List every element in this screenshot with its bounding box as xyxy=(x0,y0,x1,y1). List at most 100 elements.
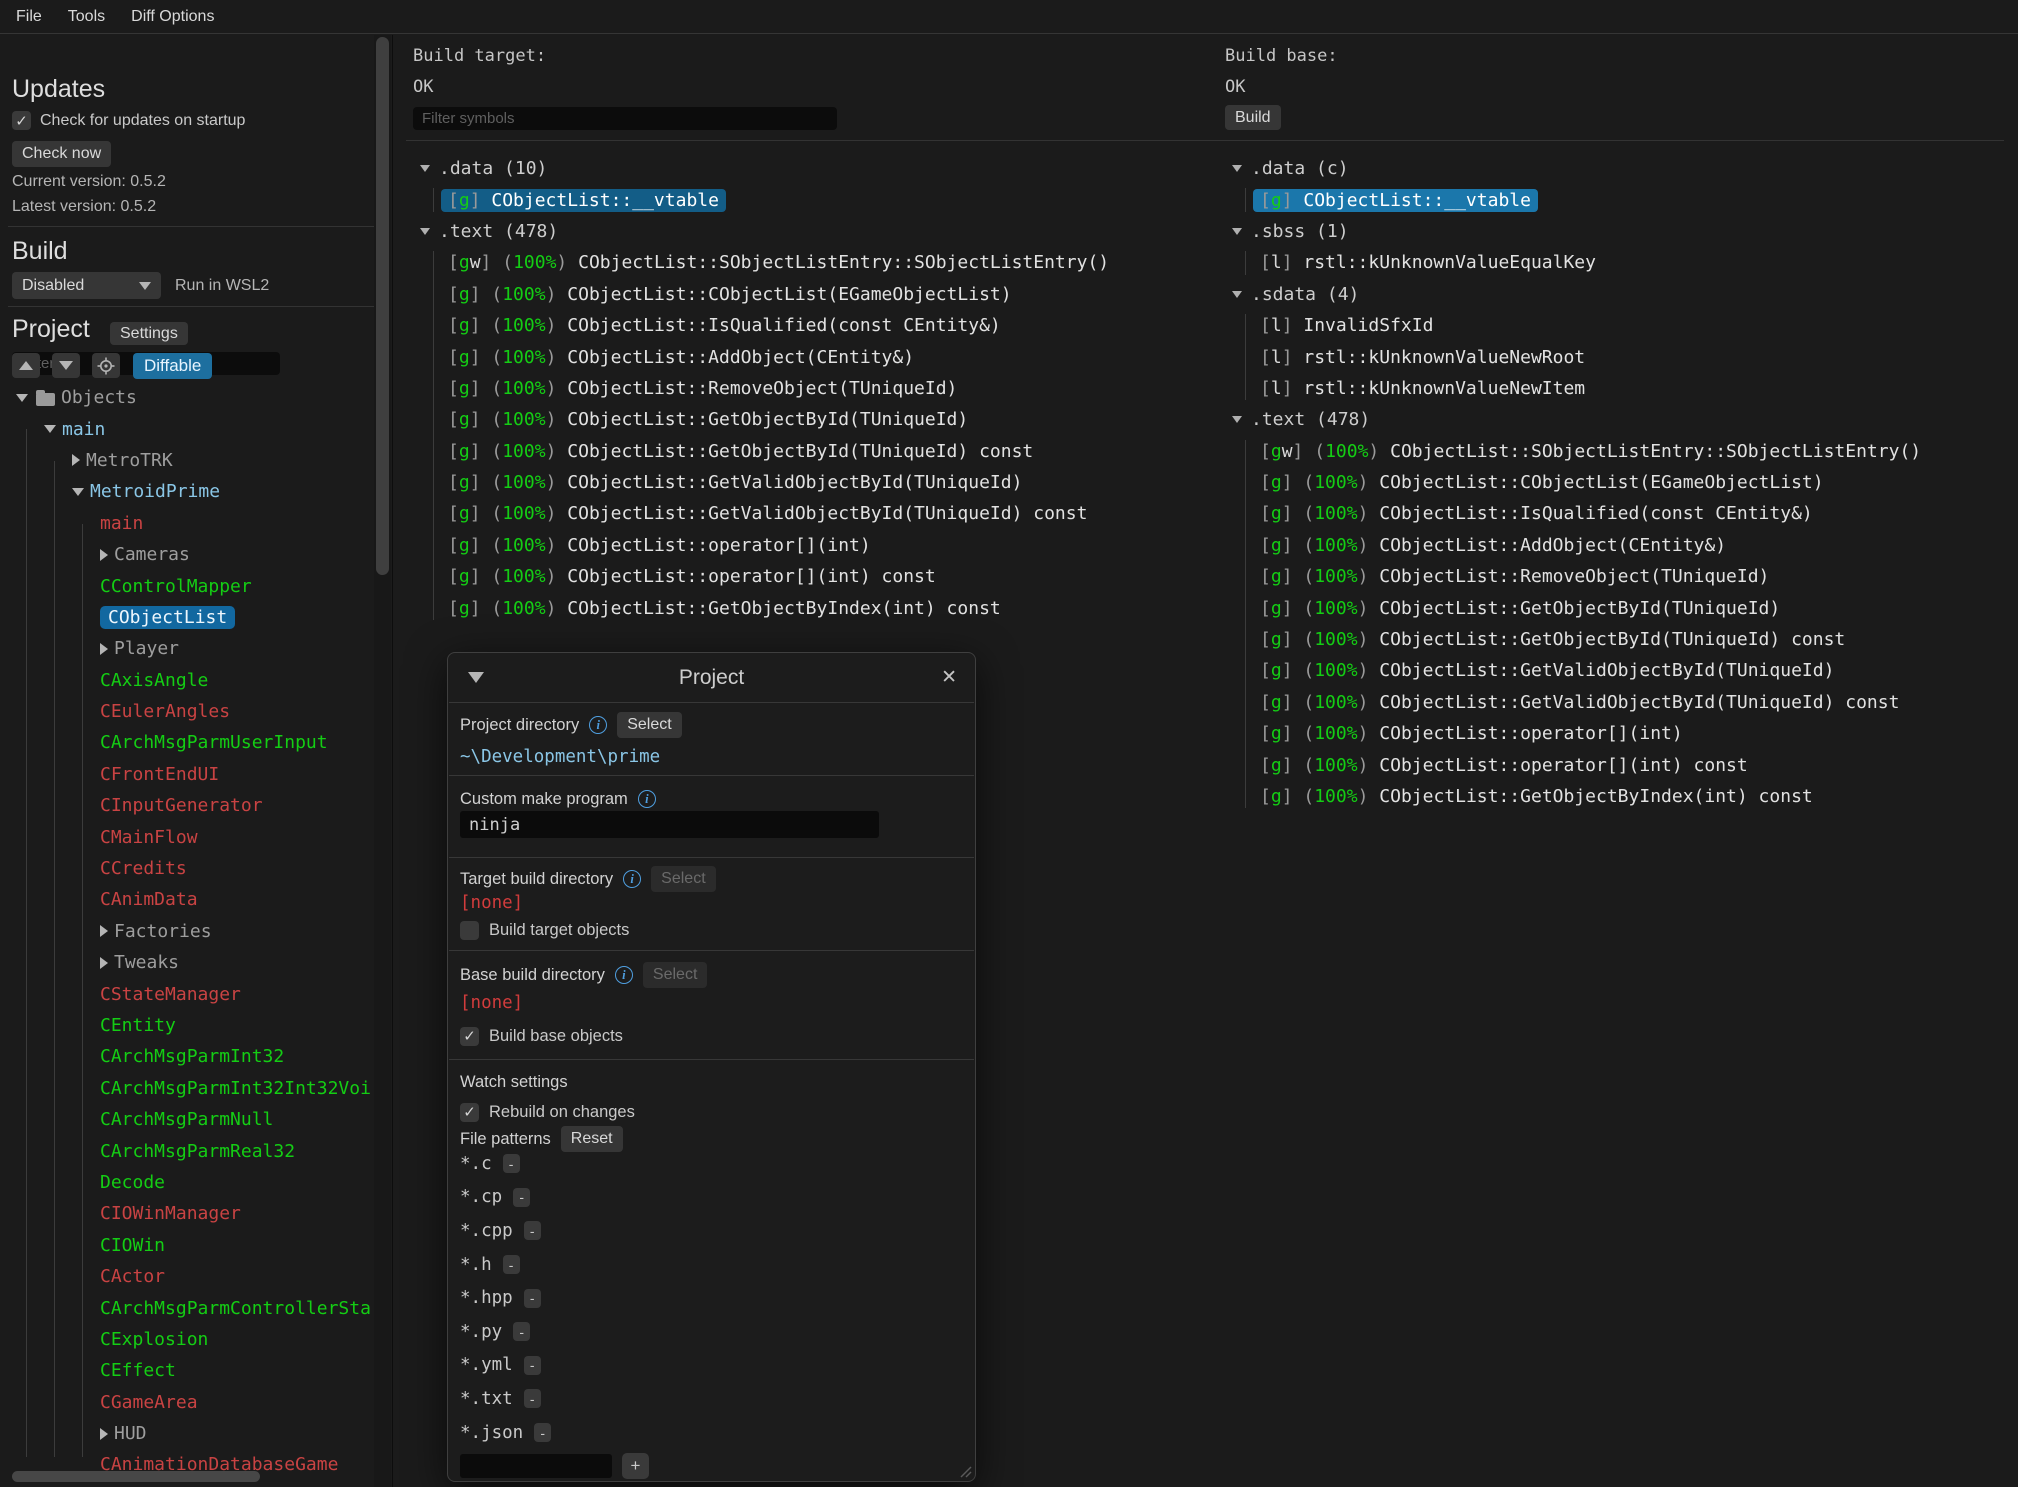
tree-item-CInputGenerator[interactable]: CInputGenerator xyxy=(0,790,376,821)
tree-item-Player[interactable]: Player xyxy=(0,633,376,664)
tree-item-CObjectList[interactable]: CObjectList xyxy=(0,602,376,633)
remove-pattern-button[interactable]: - xyxy=(524,1221,541,1240)
symbol-CObjectList::GetObjectById(TUniqueId) const[interactable]: [g] (100%) CObjectList::GetObjectById(TU… xyxy=(400,436,1233,467)
chevron-right-icon[interactable] xyxy=(100,549,108,561)
tree-item-HUD[interactable]: HUD xyxy=(0,1418,376,1449)
rebuild-on-changes-checkbox[interactable]: ✓ xyxy=(460,1103,479,1122)
tree-item-CArchMsgParmControllerSta[interactable]: CArchMsgParmControllerSta xyxy=(0,1292,376,1323)
tree-item-Tweaks[interactable]: Tweaks xyxy=(0,947,376,978)
build-mode-dropdown[interactable]: Disabled xyxy=(12,272,161,299)
tree-item-CIOWinManager[interactable]: CIOWinManager xyxy=(0,1198,376,1229)
tree-item-CArchMsgParmReal32[interactable]: CArchMsgParmReal32 xyxy=(0,1135,376,1166)
custom-make-input[interactable] xyxy=(460,811,879,838)
tree-item-CArchMsgParmNull[interactable]: CArchMsgParmNull xyxy=(0,1104,376,1135)
resize-handle[interactable] xyxy=(958,1464,972,1478)
symbol-CObjectList::operator[](int) const[interactable]: [g] (100%) CObjectList::operator[](int) … xyxy=(400,561,1233,592)
add-pattern-button[interactable]: + xyxy=(622,1453,649,1479)
project-directory-select-button[interactable]: Select xyxy=(617,712,681,738)
symbol-CObjectList::CObjectList(EGameObjectList)[interactable]: [g] (100%) CObjectList::CObjectList(EGam… xyxy=(400,279,1233,310)
section-.data[interactable]: .data (c) xyxy=(1212,153,2018,184)
chevron-down-icon[interactable] xyxy=(72,488,84,496)
symbol-CObjectList::GetValidObjectById(TUniqueId)[interactable]: [g] (100%) CObjectList::GetValidObjectBy… xyxy=(1212,655,2018,686)
base-build-dir-select-button[interactable]: Select xyxy=(643,962,707,988)
tree-item-CArchMsgParmInt32Int32Voi[interactable]: CArchMsgParmInt32Int32Voi xyxy=(0,1073,376,1104)
symbol-CObjectList::GetObjectById(TUniqueId)[interactable]: [g] (100%) CObjectList::GetObjectById(TU… xyxy=(1212,592,2018,623)
check-startup-checkbox[interactable]: ✓ xyxy=(12,111,31,130)
tree-item-CFrontEndUI[interactable]: CFrontEndUI xyxy=(0,759,376,790)
tree-item-CCredits[interactable]: CCredits xyxy=(0,853,376,884)
symbol-CObjectList::GetObjectById(TUniqueId)[interactable]: [g] (100%) CObjectList::GetObjectById(TU… xyxy=(400,404,1233,435)
menu-file[interactable]: File xyxy=(16,8,42,26)
symbol-rstl::kUnknownValueEqualKey[interactable]: [l] rstl::kUnknownValueEqualKey xyxy=(1212,247,2018,278)
symbol-CObjectList::IsQualified(const CEntity&)[interactable]: [g] (100%) CObjectList::IsQualified(cons… xyxy=(400,310,1233,341)
build-base-objects-row[interactable]: ✓ Build base objects xyxy=(460,1021,963,1051)
tree-item-CActor[interactable]: CActor xyxy=(0,1261,376,1292)
remove-pattern-button[interactable]: - xyxy=(524,1389,541,1408)
symbol-CObjectList::GetObjectByIndex(int) const[interactable]: [g] (100%) CObjectList::GetObjectByIndex… xyxy=(400,592,1233,623)
remove-pattern-button[interactable]: - xyxy=(503,1255,520,1274)
tree-item-CIOWin[interactable]: CIOWin xyxy=(0,1230,376,1261)
symbol-CObjectList::IsQualified(const CEntity&)[interactable]: [g] (100%) CObjectList::IsQualified(cons… xyxy=(1212,498,2018,529)
tree-item-CStateManager[interactable]: CStateManager xyxy=(0,978,376,1009)
chevron-down-icon[interactable] xyxy=(1232,228,1242,235)
symbol-CObjectList::RemoveObject(TUniqueId)[interactable]: [g] (100%) CObjectList::RemoveObject(TUn… xyxy=(400,373,1233,404)
tree-item-Cameras[interactable]: Cameras xyxy=(0,539,376,570)
remove-pattern-button[interactable]: - xyxy=(534,1423,551,1442)
chevron-right-icon[interactable] xyxy=(100,957,108,969)
build-target-objects-row[interactable]: ✓ Build target objects xyxy=(460,915,963,945)
remove-pattern-button[interactable]: - xyxy=(513,1188,530,1207)
tree-item-CEntity[interactable]: CEntity xyxy=(0,1010,376,1041)
section-.text[interactable]: .text (478) xyxy=(1212,404,2018,435)
build-target-objects-checkbox[interactable]: ✓ xyxy=(460,921,479,940)
tree-item-main[interactable]: main xyxy=(0,413,376,444)
collapse-all-button[interactable] xyxy=(12,353,40,378)
symbol-CObjectList::AddObject(CEntity&)[interactable]: [g] (100%) CObjectList::AddObject(CEntit… xyxy=(1212,530,2018,561)
sidebar-scrollbar-thumb[interactable] xyxy=(376,37,389,575)
new-pattern-input[interactable] xyxy=(460,1454,612,1478)
symbol-CObjectList::SObjectListEntry::SObjectListEntry()[interactable]: [gw] (100%) CObjectList::SObjectListEntr… xyxy=(1212,436,2018,467)
section-.sbss[interactable]: .sbss (1) xyxy=(1212,216,2018,247)
chevron-down-icon[interactable] xyxy=(420,228,430,235)
tree-item-CArchMsgParmUserInput[interactable]: CArchMsgParmUserInput xyxy=(0,727,376,758)
symbol-CObjectList::GetValidObjectById(TUniqueId) const[interactable]: [g] (100%) CObjectList::GetValidObjectBy… xyxy=(1212,687,2018,718)
tree-item-CGameArea[interactable]: CGameArea xyxy=(0,1387,376,1418)
chevron-right-icon[interactable] xyxy=(100,925,108,937)
chevron-down-icon[interactable] xyxy=(420,165,430,172)
menu-diff-options[interactable]: Diff Options xyxy=(131,8,214,26)
tree-item-CAnimData[interactable]: CAnimData xyxy=(0,884,376,915)
remove-pattern-button[interactable]: - xyxy=(513,1322,530,1341)
symbol-CObjectList::GetValidObjectById(TUniqueId)[interactable]: [g] (100%) CObjectList::GetValidObjectBy… xyxy=(400,467,1233,498)
close-icon[interactable]: ✕ xyxy=(941,666,957,689)
chevron-right-icon[interactable] xyxy=(100,643,108,655)
symbol-CObjectList::operator[](int) const[interactable]: [g] (100%) CObjectList::operator[](int) … xyxy=(1212,749,2018,780)
symbol-CObjectList::CObjectList(EGameObjectList)[interactable]: [g] (100%) CObjectList::CObjectList(EGam… xyxy=(1212,467,2018,498)
symbol-rstl::kUnknownValueNewRoot[interactable]: [l] rstl::kUnknownValueNewRoot xyxy=(1212,341,2018,372)
expand-all-button[interactable] xyxy=(52,353,80,378)
locate-current-button[interactable] xyxy=(92,353,120,378)
chevron-down-icon[interactable] xyxy=(44,425,56,433)
chevron-down-icon[interactable] xyxy=(1232,291,1242,298)
symbol-CObjectList::__vtable[interactable]: [g] CObjectList::__vtable xyxy=(400,184,1233,215)
tree-item-CControlMapper[interactable]: CControlMapper xyxy=(0,570,376,601)
dialog-titlebar[interactable]: Project ✕ xyxy=(448,653,975,702)
symbol-CObjectList::AddObject(CEntity&)[interactable]: [g] (100%) CObjectList::AddObject(CEntit… xyxy=(400,341,1233,372)
tree-item-main[interactable]: main xyxy=(0,508,376,539)
tree-item-CArchMsgParmInt32[interactable]: CArchMsgParmInt32 xyxy=(0,1041,376,1072)
project-settings-button[interactable]: Settings xyxy=(110,322,188,345)
tree-item-CEulerAngles[interactable]: CEulerAngles xyxy=(0,696,376,727)
tree-item-CAxisAngle[interactable]: CAxisAngle xyxy=(0,665,376,696)
chevron-down-icon[interactable] xyxy=(1232,416,1242,423)
remove-pattern-button[interactable]: - xyxy=(524,1356,541,1375)
build-button[interactable]: Build xyxy=(1225,105,1281,130)
section-.text[interactable]: .text (478) xyxy=(400,216,1233,247)
section-.sdata[interactable]: .sdata (4) xyxy=(1212,279,2018,310)
remove-pattern-button[interactable]: - xyxy=(503,1154,520,1173)
tree-item-Decode[interactable]: Decode xyxy=(0,1167,376,1198)
section-.data[interactable]: .data (10) xyxy=(400,153,1233,184)
symbol-InvalidSfxId[interactable]: [l] InvalidSfxId xyxy=(1212,310,2018,341)
tree-item-Factories[interactable]: Factories xyxy=(0,916,376,947)
symbol-filter-input[interactable] xyxy=(413,107,837,130)
symbol-CObjectList::operator[](int)[interactable]: [g] (100%) CObjectList::operator[](int) xyxy=(400,530,1233,561)
symbol-CObjectList::__vtable[interactable]: [g] CObjectList::__vtable xyxy=(1212,184,2018,215)
check-now-button[interactable]: Check now xyxy=(12,141,111,167)
